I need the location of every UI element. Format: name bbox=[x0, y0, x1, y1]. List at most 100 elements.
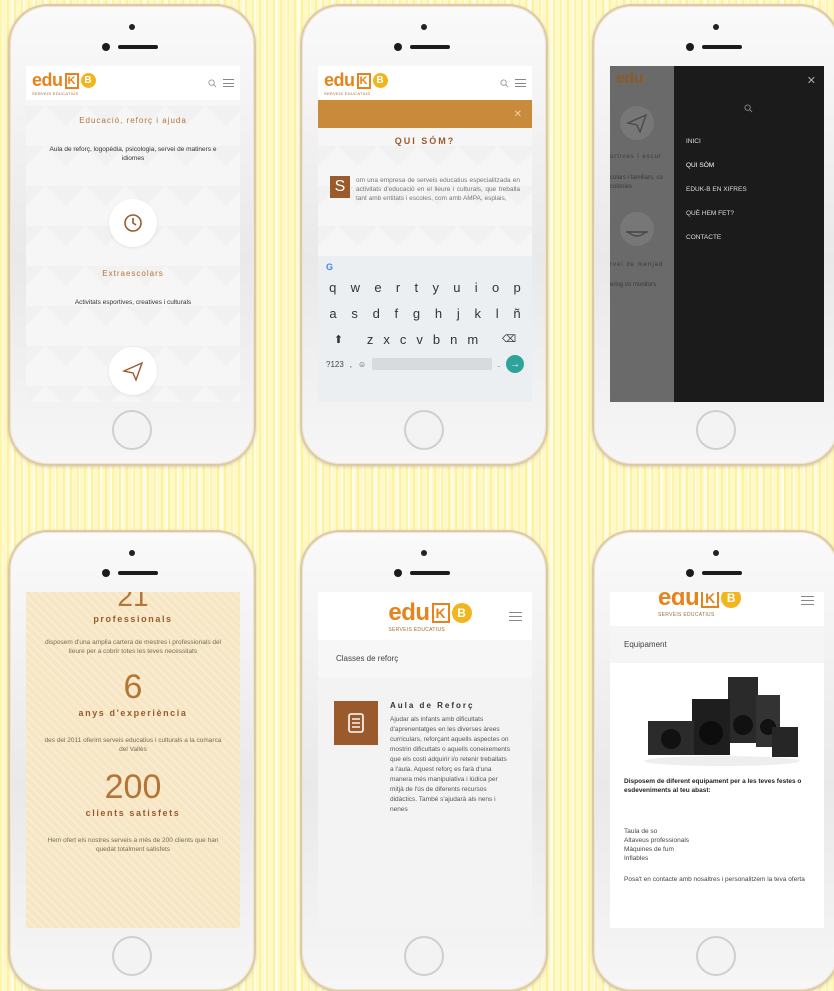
camera-dot bbox=[713, 24, 719, 30]
eduk-b-logo[interactable]: edu K B SERVEIS EDUCATIUS bbox=[658, 592, 742, 618]
comma-key[interactable]: , bbox=[350, 360, 352, 369]
section-title: Classes de reforç bbox=[318, 640, 532, 677]
space-key[interactable] bbox=[372, 358, 492, 370]
key-o[interactable]: o bbox=[492, 280, 499, 295]
key-e[interactable]: e bbox=[374, 280, 381, 295]
key-q[interactable]: q bbox=[329, 280, 336, 295]
stat-desc-clients: Hem ofert els nostres serveis a més de 2… bbox=[47, 837, 219, 853]
home-button[interactable] bbox=[404, 410, 444, 450]
phone-mockup-6: edu K B SERVEIS EDUCATIUS Equipament Dis… bbox=[592, 530, 834, 991]
search-icon[interactable] bbox=[500, 78, 509, 88]
close-icon[interactable]: ✕ bbox=[514, 109, 522, 120]
document-icon bbox=[334, 701, 378, 745]
key-u[interactable]: u bbox=[453, 280, 460, 295]
key-d[interactable]: d bbox=[373, 306, 380, 321]
phone-mockup-1: edu K B SERVEIS EDUCATIUS Educació, refo… bbox=[8, 4, 256, 466]
key-r[interactable]: r bbox=[396, 280, 400, 295]
period-key[interactable]: . bbox=[498, 360, 500, 369]
key-t[interactable]: t bbox=[415, 280, 419, 295]
backspace-key-icon[interactable]: ⌫ bbox=[502, 334, 516, 345]
eduk-b-logo: edu bbox=[616, 70, 643, 87]
camera-dot bbox=[129, 550, 135, 556]
eduk-b-logo[interactable]: edu K B SERVEIS EDUCATIUS bbox=[388, 599, 472, 633]
nav-overlay-menu: ✕ INICI QUI SÓM EDUK-B EN XIFRES QUÈ HEM… bbox=[674, 66, 824, 402]
stat-number-years: 6 bbox=[123, 668, 143, 706]
list-item: Altaveus professionals bbox=[624, 837, 690, 844]
site-header: edu K B SERVEIS EDUCATIUS bbox=[610, 592, 824, 626]
hamburger-menu-icon[interactable] bbox=[515, 79, 526, 87]
key-a[interactable]: a bbox=[329, 306, 336, 321]
key-i[interactable]: i bbox=[475, 280, 478, 295]
key-c[interactable]: c bbox=[400, 332, 407, 347]
phone-mockup-2: edu K B SERVEIS EDUCATIUS ✕ QUI SÓM? S o… bbox=[300, 4, 548, 466]
emoji-key-icon[interactable]: ☺ bbox=[358, 360, 366, 369]
earpiece-speaker bbox=[118, 571, 158, 575]
front-sensor bbox=[102, 569, 110, 577]
menu-item-que-hem-fet[interactable]: QUÈ HEM FET? bbox=[686, 210, 747, 234]
key-p[interactable]: p bbox=[514, 280, 521, 295]
earpiece-speaker bbox=[702, 571, 742, 575]
home-button[interactable] bbox=[404, 936, 444, 976]
phone-mockup-3: edu ortives i escur colars i familiars, … bbox=[592, 4, 834, 466]
key-g[interactable]: g bbox=[413, 306, 420, 321]
soft-keyboard[interactable]: G qwertyuiop asdfghjklñ ⬆ zxcvbnm ⌫ ?123… bbox=[318, 256, 532, 402]
stat-number-clients: 200 bbox=[104, 768, 162, 806]
key-k[interactable]: k bbox=[474, 306, 481, 321]
camera-dot bbox=[421, 550, 427, 556]
search-icon[interactable] bbox=[208, 78, 217, 88]
stat-desc-years: des del 2011 oferint serveis educatius i… bbox=[44, 737, 222, 753]
phone-screen: edu K B SERVEIS EDUCATIUS Equipament Dis… bbox=[610, 592, 824, 928]
keyboard-bottom-row[interactable]: ?123 , ☺ . → bbox=[322, 352, 528, 376]
home-button[interactable] bbox=[112, 936, 152, 976]
eduk-b-logo[interactable]: edu K B SERVEIS EDUCATIUS bbox=[324, 70, 388, 96]
stat-number-professionals: 21 bbox=[117, 592, 149, 612]
hamburger-menu-icon[interactable] bbox=[509, 612, 522, 621]
key-j[interactable]: j bbox=[457, 306, 460, 321]
key-w[interactable]: w bbox=[351, 280, 360, 295]
home-button[interactable] bbox=[112, 410, 152, 450]
front-sensor bbox=[686, 43, 694, 51]
menu-item-inici[interactable]: INICI bbox=[686, 138, 747, 162]
number-key[interactable]: ?123 bbox=[326, 360, 344, 369]
key-l[interactable]: l bbox=[496, 306, 499, 321]
key-ñ[interactable]: ñ bbox=[513, 306, 520, 321]
menu-item-qui-som[interactable]: QUI SÓM bbox=[686, 162, 747, 186]
close-icon[interactable]: ✕ bbox=[807, 74, 816, 87]
key-m[interactable]: m bbox=[467, 332, 478, 347]
phone-mockup-5: edu K B SERVEIS EDUCATIUS Classes de ref… bbox=[300, 530, 548, 991]
list-item: Màquines de fum bbox=[624, 846, 674, 853]
google-g-icon: G bbox=[326, 262, 334, 272]
stat-desc-professionals: disposem d'una amplia cartera de mestres… bbox=[44, 639, 222, 655]
home-button[interactable] bbox=[696, 936, 736, 976]
key-h[interactable]: h bbox=[435, 306, 442, 321]
page-title: QUI SÓM? bbox=[394, 136, 456, 146]
menu-item-contacte[interactable]: CONTACTE bbox=[686, 234, 747, 258]
key-f[interactable]: f bbox=[395, 306, 399, 321]
phone-screen: 21 professionals disposem d'una amplia c… bbox=[26, 592, 240, 928]
enter-key-icon[interactable]: → bbox=[506, 355, 524, 373]
clock-icon bbox=[109, 199, 157, 247]
hamburger-menu-icon[interactable] bbox=[801, 596, 814, 605]
key-z[interactable]: z bbox=[367, 332, 374, 347]
hamburger-menu-icon[interactable] bbox=[223, 79, 234, 87]
key-v[interactable]: v bbox=[416, 332, 423, 347]
section-title: Equipament bbox=[610, 626, 824, 663]
contact-cta: Posa't en contacte amb nosaltres i perso… bbox=[624, 876, 805, 883]
key-n[interactable]: n bbox=[450, 332, 457, 347]
home-button[interactable] bbox=[696, 410, 736, 450]
eduk-b-logo[interactable]: edu K B SERVEIS EDUCATIUS bbox=[32, 70, 96, 96]
shift-key-icon[interactable]: ⬆ bbox=[334, 333, 343, 346]
key-x[interactable]: x bbox=[383, 332, 390, 347]
keyboard-row-3[interactable]: ⬆ zxcvbnm ⌫ bbox=[322, 326, 528, 352]
key-s[interactable]: s bbox=[351, 306, 358, 321]
speakers-image bbox=[632, 669, 802, 769]
key-b[interactable]: b bbox=[433, 332, 440, 347]
search-icon[interactable] bbox=[744, 104, 753, 115]
list-item: Inflables bbox=[624, 855, 649, 862]
keyboard-row-1[interactable]: qwertyuiop bbox=[322, 274, 528, 300]
menu-item-xifres[interactable]: EDUK-B EN XIFRES bbox=[686, 186, 747, 210]
front-sensor bbox=[686, 569, 694, 577]
key-y[interactable]: y bbox=[432, 280, 439, 295]
search-bar[interactable]: ✕ bbox=[318, 100, 532, 128]
keyboard-row-2[interactable]: asdfghjklñ bbox=[322, 300, 528, 326]
